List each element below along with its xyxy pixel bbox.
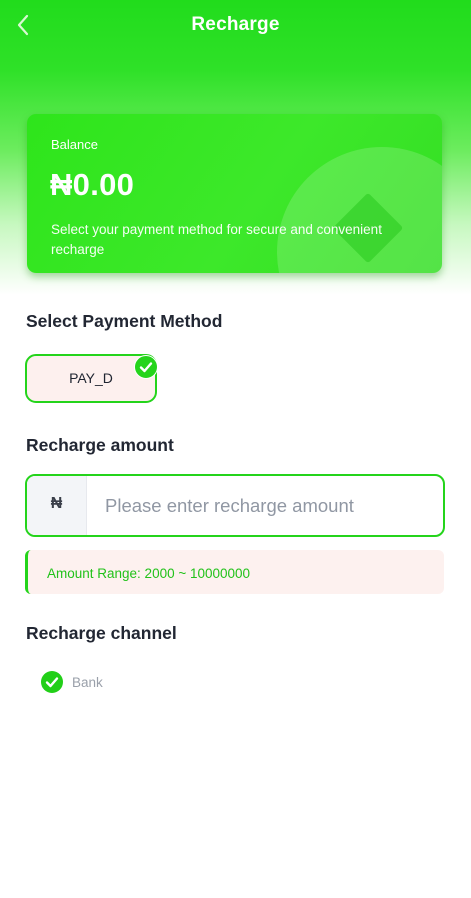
amount-range-note: Amount Range: 2000 ~ 10000000: [25, 550, 444, 594]
currency-symbol: ₦: [50, 495, 63, 512]
recharge-channel-title: Recharge channel: [26, 623, 177, 643]
currency-prefix: ₦: [27, 476, 87, 535]
amount-input[interactable]: [105, 476, 425, 535]
balance-note: Select your payment method for secure an…: [51, 222, 382, 257]
check-icon: [134, 355, 158, 379]
top-bar: Recharge: [0, 0, 471, 52]
recharge-amount-title: Recharge amount: [26, 435, 174, 455]
channel-label: Bank: [72, 675, 103, 690]
page-title: Recharge: [191, 14, 280, 35]
channel-option-bank[interactable]: Bank: [41, 669, 181, 695]
payment-method-title: Select Payment Method: [26, 311, 223, 331]
balance-label: Balance: [51, 137, 98, 152]
check-circle-icon: [41, 671, 63, 693]
balance-amount: ₦0.00: [50, 167, 135, 202]
amount-field: ₦: [25, 474, 445, 537]
balance-card: Balance ₦0.00 Select your payment method…: [27, 114, 442, 273]
amount-range-text: Amount Range: 2000 ~ 10000000: [47, 566, 251, 581]
